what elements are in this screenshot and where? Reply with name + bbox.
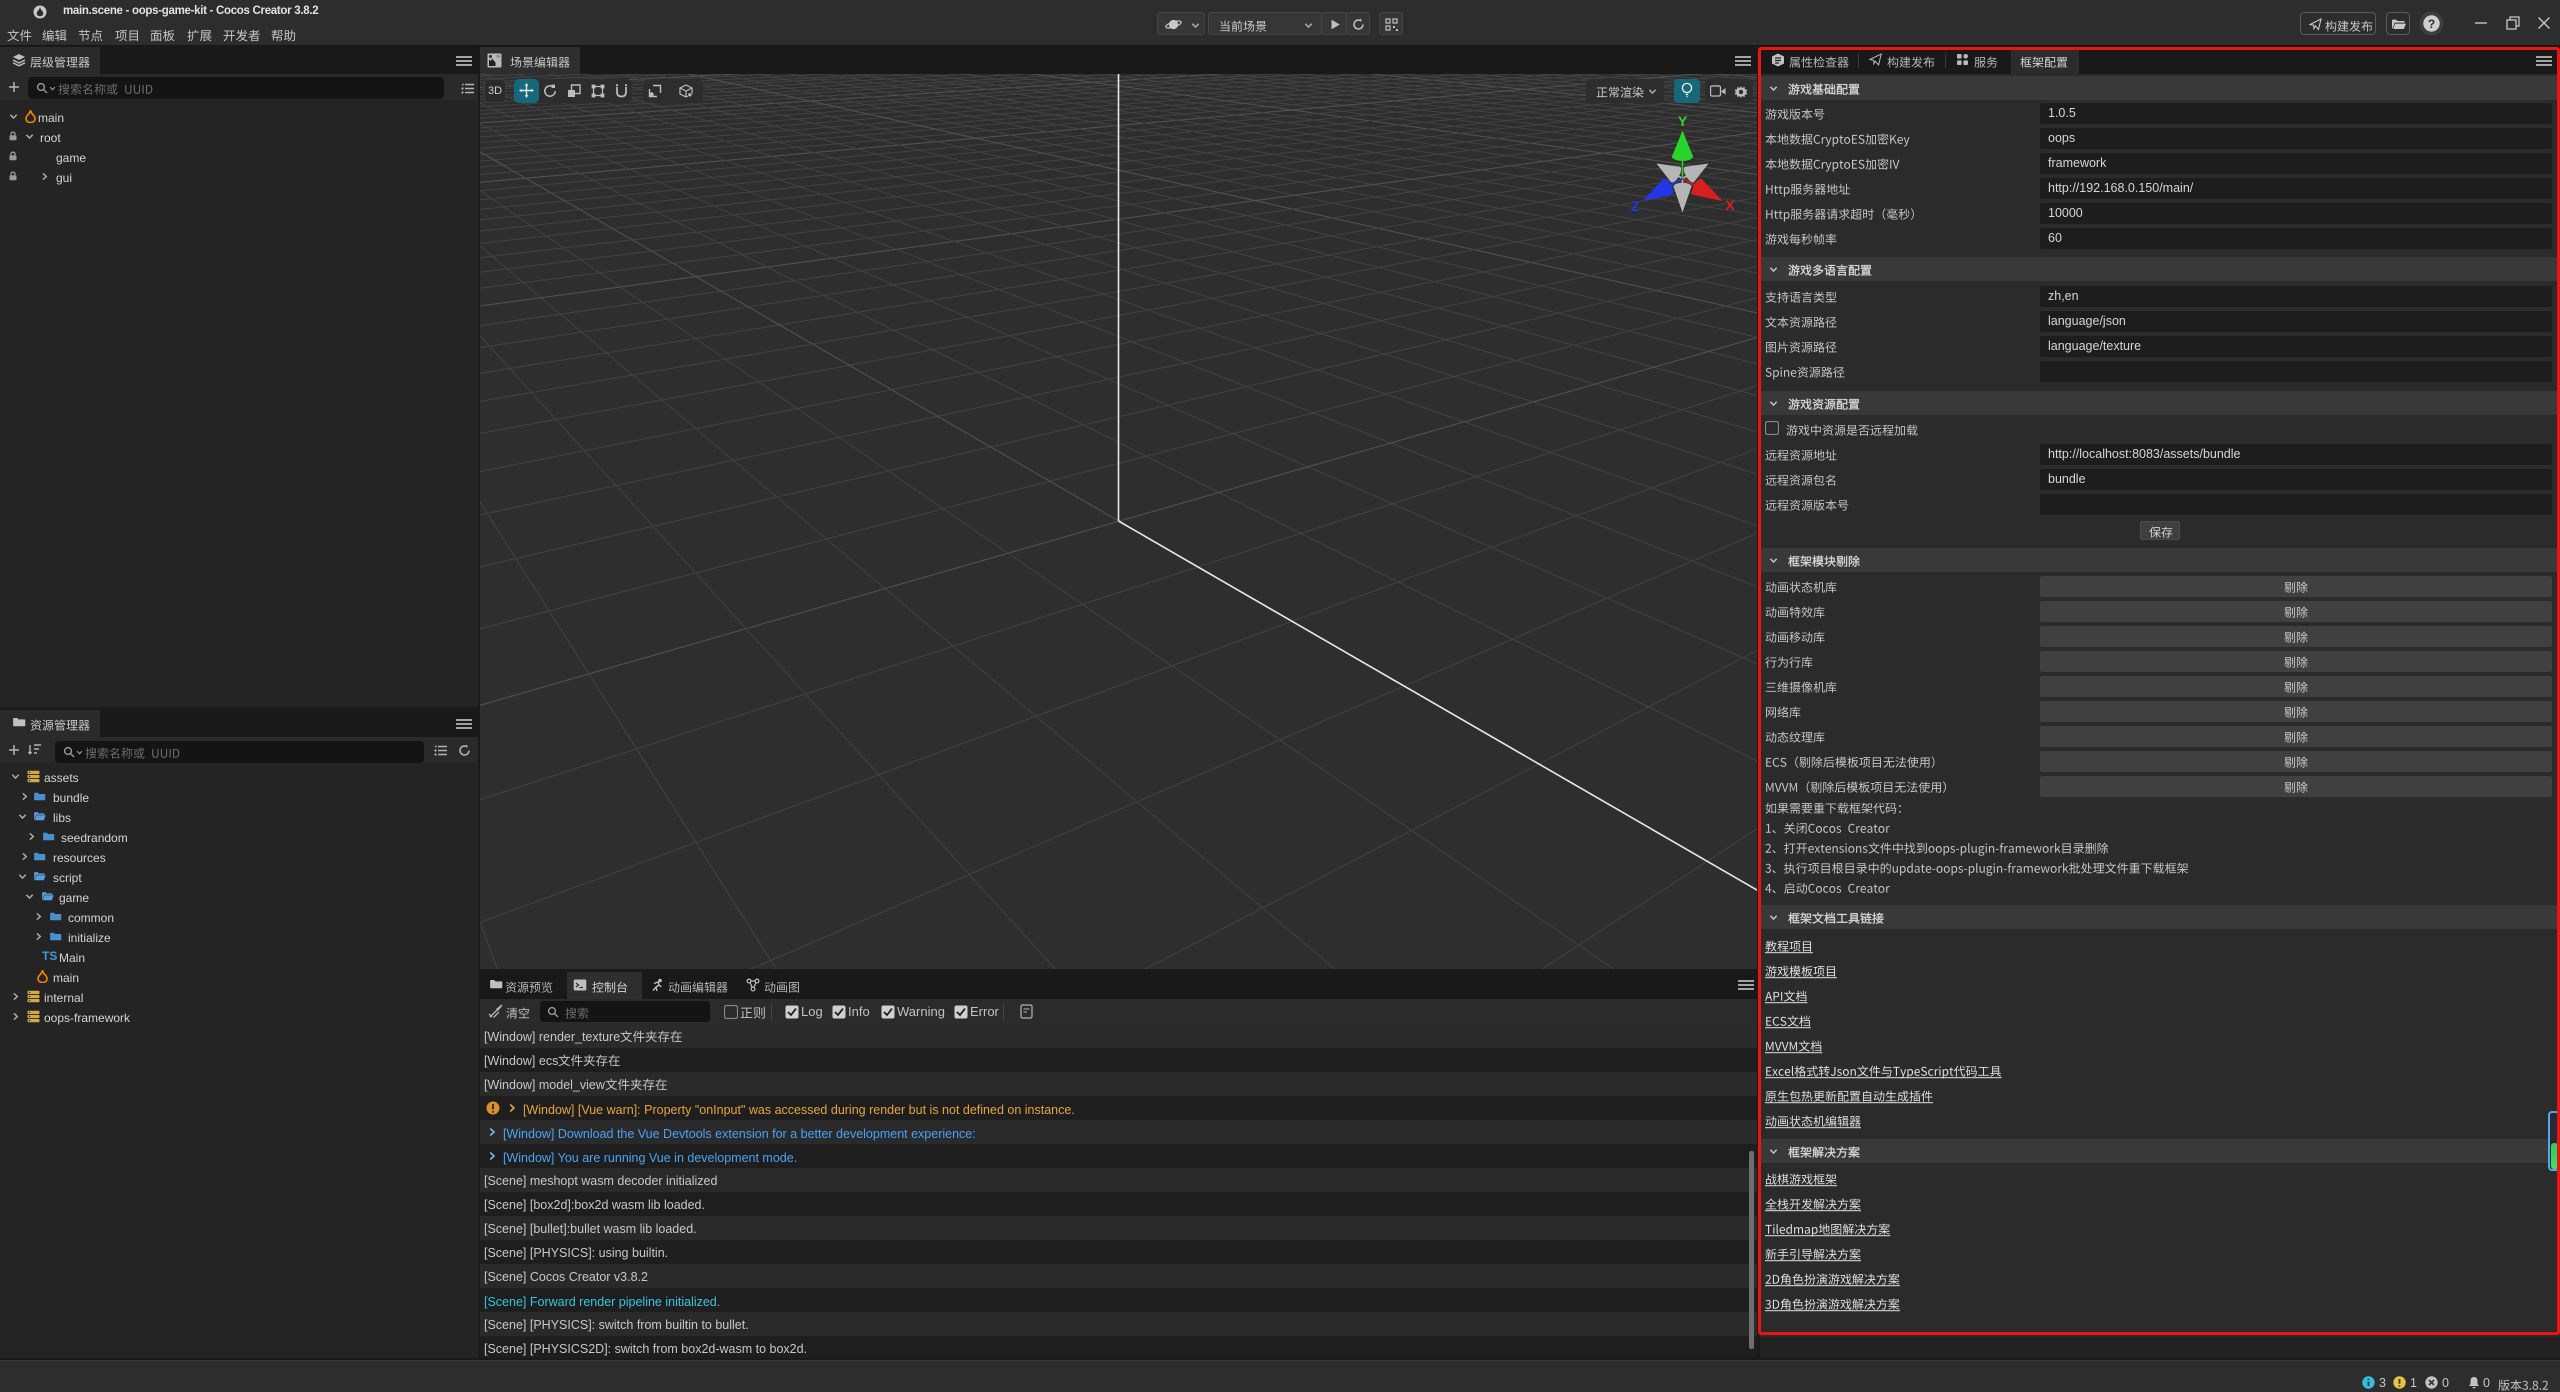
- svg-text:?: ?: [2428, 17, 2435, 31]
- svg-text:Z: Z: [1631, 198, 1640, 214]
- svg-text:X: X: [1725, 197, 1735, 213]
- svg-text:Y: Y: [1678, 113, 1688, 129]
